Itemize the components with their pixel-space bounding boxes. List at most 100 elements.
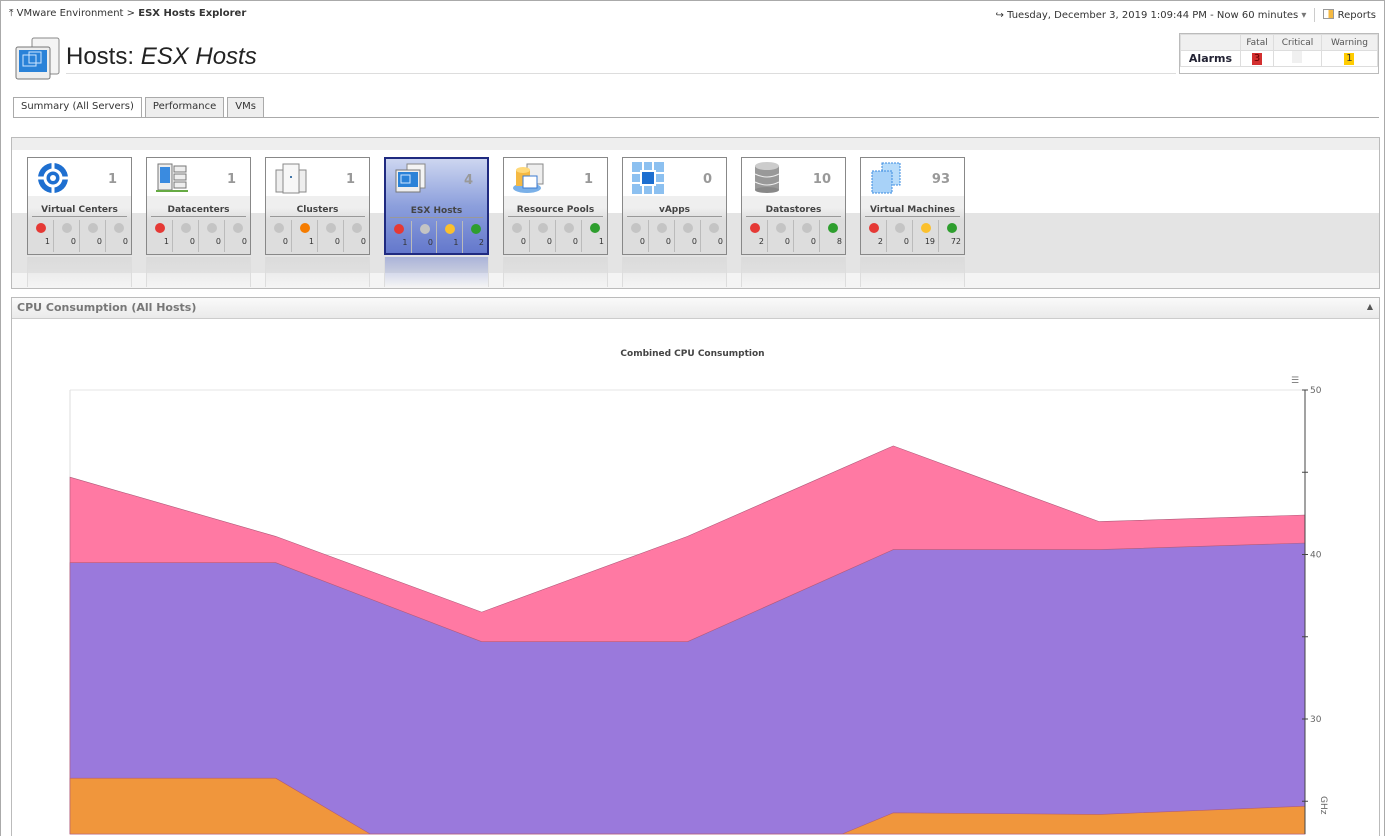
status-normal[interactable]: 72 bbox=[939, 220, 964, 252]
status-critical[interactable]: 0 bbox=[173, 220, 199, 252]
breadcrumb-separator: > bbox=[126, 8, 136, 19]
status-warning[interactable]: 0 bbox=[199, 220, 225, 252]
reports-button[interactable]: Reports bbox=[1323, 9, 1376, 21]
tile-label: Datacenters bbox=[151, 205, 246, 217]
warning-alarm-count[interactable]: 1 bbox=[1344, 52, 1355, 65]
status-normal-icon bbox=[590, 223, 600, 233]
status-fatal-icon bbox=[394, 224, 404, 234]
virtual-center-icon bbox=[38, 163, 68, 193]
status-normal[interactable]: 0 bbox=[344, 220, 369, 252]
status-warning[interactable]: 19 bbox=[913, 220, 939, 252]
tile-count: 4 bbox=[463, 173, 473, 188]
status-critical[interactable]: 0 bbox=[412, 221, 437, 253]
status-count: 0 bbox=[427, 238, 433, 247]
status-warning-icon bbox=[88, 223, 98, 233]
status-normal[interactable]: 0 bbox=[225, 220, 250, 252]
tile-datastores[interactable]: 10 Datastores 2 0 0 8 bbox=[741, 157, 846, 255]
status-normal[interactable]: 1 bbox=[582, 220, 607, 252]
status-critical[interactable]: 0 bbox=[54, 220, 80, 252]
status-critical[interactable]: 0 bbox=[887, 220, 913, 252]
status-warning[interactable]: 0 bbox=[318, 220, 344, 252]
tile-virtual-machines[interactable]: 93 Virtual Machines 2 0 19 72 bbox=[860, 157, 965, 255]
reports-icon bbox=[1323, 9, 1335, 19]
alarm-col-warning: Warning bbox=[1320, 34, 1379, 51]
status-warning[interactable]: 0 bbox=[794, 220, 820, 252]
status-fatal[interactable]: 0 bbox=[266, 220, 292, 252]
tab-performance[interactable]: Performance bbox=[144, 97, 225, 117]
status-fatal[interactable]: 0 bbox=[504, 220, 530, 252]
status-normal[interactable]: 0 bbox=[106, 220, 131, 252]
status-normal[interactable]: 8 bbox=[820, 220, 845, 252]
tile-vapps[interactable]: 0 vApps 0 0 0 0 bbox=[622, 157, 727, 255]
status-fatal-icon bbox=[36, 223, 46, 233]
status-count: 72 bbox=[950, 237, 961, 246]
tile-reflection bbox=[27, 257, 132, 287]
status-critical[interactable]: 0 bbox=[649, 220, 675, 252]
status-count: 2 bbox=[758, 237, 764, 246]
tab-summary[interactable]: Summary (All Servers) bbox=[13, 97, 142, 118]
status-warning-icon bbox=[802, 223, 812, 233]
status-critical[interactable]: 0 bbox=[768, 220, 794, 252]
status-fatal-icon bbox=[155, 223, 165, 233]
status-fatal[interactable]: 2 bbox=[861, 220, 887, 252]
status-normal-icon bbox=[233, 223, 243, 233]
status-warning-icon bbox=[326, 223, 336, 233]
status-count: 0 bbox=[520, 237, 526, 246]
page-title: Hosts: ESX Hosts bbox=[66, 43, 257, 71]
status-fatal-icon bbox=[274, 223, 284, 233]
tile-reflection bbox=[384, 257, 489, 287]
critical-alarm-count[interactable] bbox=[1292, 51, 1303, 63]
tile-reflection bbox=[741, 257, 846, 287]
status-warning[interactable]: 0 bbox=[556, 220, 582, 252]
back-icon[interactable]: ⤒ bbox=[9, 8, 13, 19]
time-range-label: Tuesday, December 3, 2019 1:09:44 PM - N… bbox=[1007, 9, 1299, 21]
tile-virtual-centers[interactable]: 1 Virtual Centers 1 0 0 0 bbox=[27, 157, 132, 255]
tile-clusters[interactable]: 1 Clusters 0 1 0 0 bbox=[265, 157, 370, 255]
status-warning-icon bbox=[564, 223, 574, 233]
clock-arrow-icon: ↪ bbox=[995, 9, 1004, 21]
status-warning[interactable]: 0 bbox=[80, 220, 106, 252]
collapse-icon[interactable]: ▲ bbox=[1367, 302, 1373, 311]
status-count: 0 bbox=[241, 237, 247, 246]
tile-label: Virtual Machines bbox=[865, 205, 960, 217]
status-count: 0 bbox=[282, 237, 288, 246]
tile-reflection bbox=[265, 257, 370, 287]
tile-datacenters[interactable]: 1 Datacenters 1 0 0 0 bbox=[146, 157, 251, 255]
status-normal-icon bbox=[352, 223, 362, 233]
status-fatal-icon bbox=[750, 223, 760, 233]
status-normal[interactable]: 2 bbox=[463, 221, 488, 253]
time-range-selector[interactable]: ↪ Tuesday, December 3, 2019 1:09:44 PM -… bbox=[996, 10, 1307, 21]
status-critical[interactable]: 1 bbox=[292, 220, 318, 252]
status-count: 8 bbox=[836, 237, 842, 246]
tile-label: Datastores bbox=[746, 205, 841, 217]
status-warning[interactable]: 1 bbox=[437, 221, 463, 253]
status-critical[interactable]: 0 bbox=[530, 220, 556, 252]
status-warning-icon bbox=[683, 223, 693, 233]
status-critical-icon bbox=[776, 223, 786, 233]
status-normal-icon bbox=[470, 224, 481, 234]
status-fatal[interactable]: 0 bbox=[623, 220, 649, 252]
status-count: 1 bbox=[453, 238, 459, 247]
status-count: 0 bbox=[903, 237, 909, 246]
status-fatal[interactable]: 2 bbox=[742, 220, 768, 252]
tile-label: Clusters bbox=[270, 205, 365, 217]
status-fatal[interactable]: 1 bbox=[28, 220, 54, 252]
status-critical-icon bbox=[419, 224, 430, 234]
status-normal[interactable]: 0 bbox=[701, 220, 726, 252]
tile-esx-hosts[interactable]: 4 ESX Hosts 1 0 1 2 bbox=[384, 157, 489, 255]
breadcrumb-parent[interactable]: VMware Environment bbox=[17, 8, 124, 19]
status-critical-icon bbox=[657, 223, 667, 233]
tile-resource-pools[interactable]: 1 Resource Pools 0 0 0 1 bbox=[503, 157, 608, 255]
status-fatal[interactable]: 1 bbox=[386, 221, 412, 253]
status-count: 2 bbox=[478, 238, 484, 247]
status-count: 1 bbox=[163, 237, 169, 246]
alarm-col-critical: Critical bbox=[1273, 34, 1322, 51]
fatal-alarm-count[interactable]: 3 bbox=[1252, 52, 1263, 65]
status-warning[interactable]: 0 bbox=[675, 220, 701, 252]
tab-vms[interactable]: VMs bbox=[227, 97, 264, 117]
status-count: 1 bbox=[402, 238, 408, 247]
status-warning-icon bbox=[921, 223, 931, 233]
status-count: 0 bbox=[665, 237, 671, 246]
status-fatal[interactable]: 1 bbox=[147, 220, 173, 252]
divider bbox=[1314, 8, 1316, 22]
